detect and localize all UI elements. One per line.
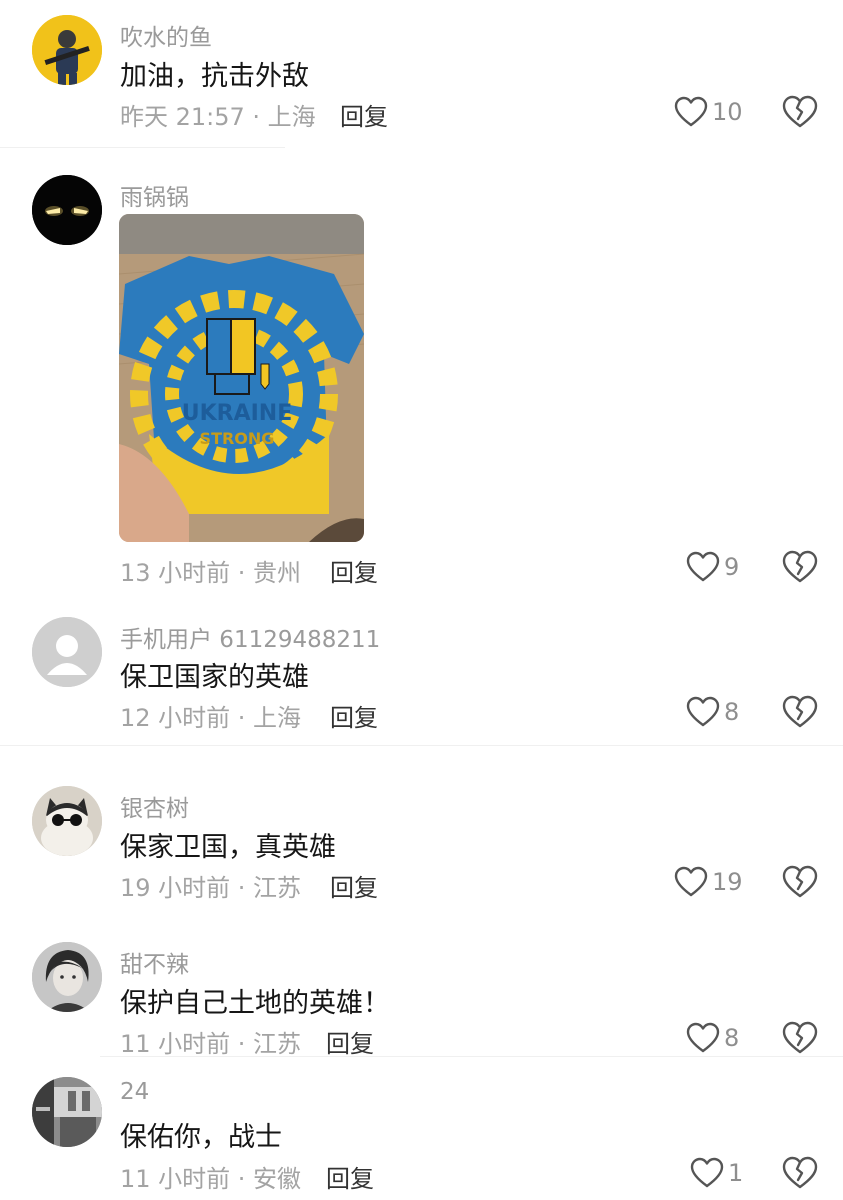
comment-meta: 11 小时前 · 江苏: [120, 1030, 302, 1058]
portrait-avatar-icon: [32, 942, 102, 1012]
ukraine-shirt-photo: UKRAINE STRONG: [119, 214, 364, 542]
reply-button[interactable]: 回复: [330, 698, 378, 733]
like-count: 8: [724, 698, 740, 726]
user-avatar[interactable]: [32, 617, 102, 687]
reply-button[interactable]: 回复: [326, 1159, 374, 1194]
heart-icon: [686, 1022, 720, 1053]
comment-meta: 19 小时前 · 江苏: [120, 874, 302, 902]
divider: [0, 745, 843, 746]
broken-heart-icon: [782, 695, 818, 728]
comment-image[interactable]: UKRAINE STRONG: [119, 214, 364, 542]
comment-username[interactable]: 吹水的鱼: [120, 18, 212, 52]
dislike-button[interactable]: [782, 1156, 818, 1190]
reply-button[interactable]: 回复: [326, 1024, 374, 1059]
reply-button[interactable]: 回复: [340, 97, 388, 132]
like-button[interactable]: 1: [690, 1155, 743, 1191]
comment-username[interactable]: 手机用户 61129488211: [120, 620, 380, 654]
broken-heart-icon: [782, 865, 818, 898]
comment-text: 加油，抗击外敌: [120, 61, 309, 92]
dislike-button[interactable]: [782, 95, 818, 129]
reply-button[interactable]: 回复: [330, 868, 378, 903]
dislike-button[interactable]: [782, 1021, 818, 1055]
comment-meta: 11 小时前 · 安徽: [120, 1165, 302, 1193]
comment-text: 保卫国家的英雄: [120, 662, 309, 693]
comment-meta: 13 小时前 · 贵州: [120, 559, 302, 587]
broken-heart-icon: [782, 1021, 818, 1054]
street-photo-avatar-icon: [32, 1077, 102, 1147]
soldier-avatar-icon: [32, 15, 102, 85]
user-avatar[interactable]: [32, 942, 102, 1012]
comment-text: 保家卫国，真英雄: [120, 832, 336, 863]
comment-text: 保护自己土地的英雄！: [120, 988, 390, 1019]
heart-icon: [674, 96, 708, 127]
like-button[interactable]: 19: [674, 864, 743, 900]
like-button[interactable]: 8: [686, 1020, 739, 1056]
user-avatar[interactable]: [32, 175, 102, 245]
like-count: 10: [712, 98, 743, 126]
heart-icon: [674, 866, 708, 897]
heart-icon: [690, 1157, 724, 1188]
default-user-avatar-icon: [32, 617, 102, 687]
like-button[interactable]: 10: [674, 94, 743, 130]
broken-heart-icon: [782, 1156, 818, 1189]
broken-heart-icon: [782, 95, 818, 128]
like-count: 8: [724, 1024, 740, 1052]
shirt-print-line1: UKRAINE: [182, 401, 293, 426]
divider: [0, 147, 285, 148]
broken-heart-icon: [782, 550, 818, 583]
like-count: 19: [712, 868, 743, 896]
comment-meta: 昨天 21:57 · 上海: [120, 103, 316, 131]
user-avatar[interactable]: [32, 15, 102, 85]
like-count: 9: [724, 553, 740, 581]
like-button[interactable]: 9: [686, 549, 739, 585]
comment-username[interactable]: 银杏树: [120, 789, 189, 823]
comment-meta: 12 小时前 · 上海: [120, 704, 302, 732]
cat-avatar-icon: [32, 786, 102, 856]
comment-text: 保佑你，战士: [120, 1122, 282, 1153]
dislike-button[interactable]: [782, 695, 818, 729]
divider: [100, 1056, 843, 1057]
reply-button[interactable]: 回复: [330, 553, 378, 588]
dislike-button[interactable]: [782, 550, 818, 584]
dislike-button[interactable]: [782, 865, 818, 899]
heart-icon: [686, 551, 720, 582]
comment-username[interactable]: 雨锅锅: [120, 178, 189, 212]
iron-mask-avatar-icon: [32, 175, 102, 245]
comment-username[interactable]: 24: [120, 1079, 149, 1105]
like-count: 1: [728, 1159, 744, 1187]
heart-icon: [686, 696, 720, 727]
user-avatar[interactable]: [32, 1077, 102, 1147]
shirt-print-line2: STRONG: [200, 429, 275, 448]
comment-username[interactable]: 甜不辣: [120, 945, 189, 979]
user-avatar[interactable]: [32, 786, 102, 856]
like-button[interactable]: 8: [686, 694, 739, 730]
